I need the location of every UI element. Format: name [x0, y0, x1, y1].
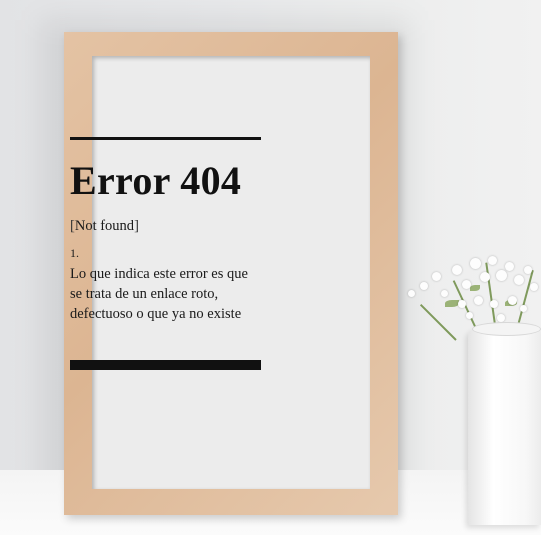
flower — [508, 296, 517, 305]
vase-rim — [472, 322, 541, 336]
flower — [441, 290, 448, 297]
white-vase — [468, 325, 541, 525]
flower — [505, 262, 514, 271]
definition: Lo que indica este error es que se trata… — [70, 264, 330, 324]
stem — [419, 303, 457, 341]
poster-print: Error 404 [Not found] 1. Lo que indica e… — [70, 106, 370, 386]
flower — [480, 272, 490, 282]
flower — [530, 283, 538, 291]
flower — [490, 300, 498, 308]
flower — [488, 256, 497, 265]
word-tag: [Not found] — [70, 218, 139, 235]
flower — [452, 265, 462, 275]
flower — [420, 282, 428, 290]
flower — [462, 280, 471, 289]
flower — [408, 290, 415, 297]
flower — [470, 258, 481, 269]
top-rule — [70, 137, 261, 140]
flower — [474, 296, 483, 305]
definition-line: defectuoso o que ya no existe — [70, 306, 242, 322]
bracket-close: ] — [134, 218, 139, 234]
flower — [514, 275, 524, 285]
definition-line: Lo que indica este error es que — [70, 266, 248, 282]
flower — [466, 312, 473, 319]
dictionary-word: Error 404 — [70, 158, 242, 203]
bottom-rule — [70, 360, 261, 370]
leaf — [445, 300, 459, 307]
sense-number: 1. — [70, 246, 79, 260]
definition-line: se trata de un enlace roto, — [70, 286, 219, 302]
flower — [432, 272, 441, 281]
flower — [458, 300, 466, 308]
flower — [497, 314, 505, 322]
flower — [524, 266, 532, 274]
tag-label: Not found — [74, 218, 135, 234]
flower — [496, 270, 507, 281]
flower — [520, 305, 527, 312]
leaf — [470, 285, 480, 291]
